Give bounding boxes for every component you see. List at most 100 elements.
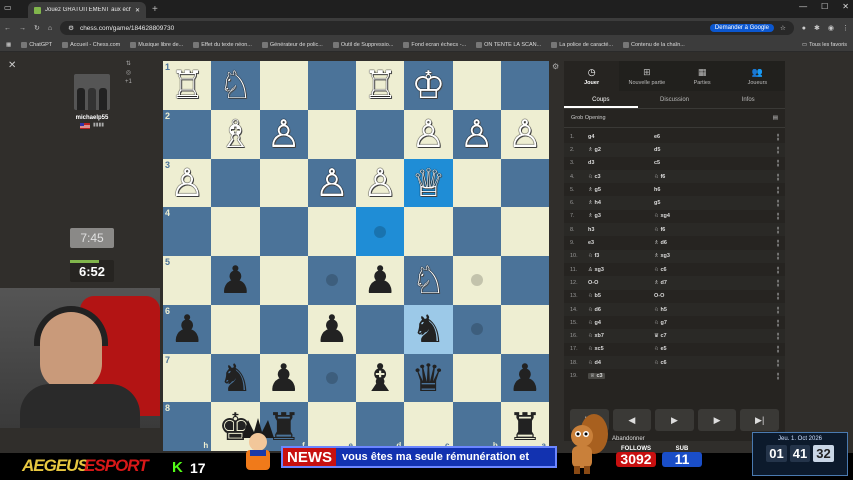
board-square[interactable] <box>500 304 549 354</box>
browser-tab[interactable]: Jouez GRATUITEMENT aux échecs ✕ <box>28 2 146 18</box>
board-square[interactable] <box>356 109 405 159</box>
board-square[interactable] <box>259 61 308 110</box>
extension-icon[interactable]: ● <box>802 25 806 32</box>
board-square[interactable]: 4 <box>163 207 212 256</box>
close-icon[interactable]: ✕ <box>8 60 16 71</box>
black-move[interactable]: ♘ f6 <box>654 174 767 180</box>
white-move[interactable]: ♘ d6 <box>588 307 654 313</box>
black-move[interactable]: d5 <box>654 147 767 153</box>
black-move[interactable]: ♘ e5 <box>654 346 767 352</box>
board-square[interactable] <box>356 207 405 256</box>
white-move[interactable]: h3 <box>588 227 654 233</box>
url-text[interactable]: chess.com/game/184628809730 <box>80 25 704 32</box>
chess-piece[interactable]: ♖ <box>363 66 397 104</box>
bookmark-item[interactable]: Générateur de polic... <box>261 41 323 48</box>
board-square[interactable]: ♟ <box>500 353 549 403</box>
forward-icon[interactable]: → <box>19 25 26 32</box>
board-square[interactable] <box>452 61 501 110</box>
all-bookmarks[interactable]: ▭ Tous les favoris <box>802 42 847 48</box>
chess-piece[interactable]: ♛ <box>411 359 445 397</box>
black-move[interactable]: g5 <box>654 200 767 206</box>
board-square[interactable] <box>356 304 405 354</box>
opening-name[interactable]: Grob Opening <box>571 115 606 121</box>
black-move[interactable]: ♗ xg3 <box>654 253 767 259</box>
chess-piece[interactable]: ♙ <box>315 164 349 202</box>
black-move[interactable]: ♗ d7 <box>654 280 767 286</box>
tab-new-game[interactable]: ⊞ Nouvelle partie <box>619 61 674 91</box>
chess-piece[interactable]: ♞ <box>411 310 445 348</box>
next-move-button[interactable]: ▶ <box>697 409 737 431</box>
tab-search-icon[interactable]: ▭ <box>4 3 18 14</box>
board-square[interactable]: ♔ <box>404 61 453 110</box>
board-square[interactable]: a♜ <box>500 402 549 451</box>
chess-piece[interactable]: ♙ <box>508 115 542 153</box>
board-settings-gear-icon[interactable]: ⚙ <box>552 62 559 71</box>
chess-piece[interactable]: ♙ <box>460 115 494 153</box>
board-square[interactable]: ♘ <box>211 61 260 110</box>
black-move[interactable]: ♛ c7 <box>654 333 767 339</box>
chess-piece[interactable]: ♝ <box>363 359 397 397</box>
board-square[interactable]: ♙ <box>500 109 549 159</box>
white-move[interactable]: d3 <box>588 160 654 166</box>
back-icon[interactable]: ← <box>4 25 11 32</box>
board-square[interactable] <box>307 61 356 110</box>
black-move[interactable]: ♘ c6 <box>654 360 767 366</box>
chess-piece[interactable]: ♙ <box>411 115 445 153</box>
chess-piece[interactable]: ♟ <box>315 310 349 348</box>
board-square[interactable]: ♖ <box>356 61 405 110</box>
player-avatar[interactable] <box>74 74 110 110</box>
board-square[interactable] <box>307 256 356 305</box>
white-move[interactable]: ♙ xg3 <box>588 267 654 273</box>
board-square[interactable]: ♛ <box>404 353 453 403</box>
board-square[interactable]: c <box>404 402 453 451</box>
black-move[interactable]: O-O <box>654 293 767 299</box>
board-square[interactable]: ♞ <box>404 304 453 354</box>
black-move[interactable]: ♘ h5 <box>654 307 767 313</box>
board-square[interactable]: 8h <box>163 402 212 451</box>
tab-games[interactable]: ▦ Parties <box>675 61 730 91</box>
board-square[interactable]: 3 ♙ <box>163 158 212 208</box>
board-square[interactable]: ♙ <box>452 109 501 159</box>
white-move[interactable]: ♗ h4 <box>588 200 654 206</box>
tab-players[interactable]: 👥 Joueurs <box>730 61 785 91</box>
extensions-puzzle-icon[interactable]: ✱ <box>814 24 820 32</box>
chess-piece[interactable]: ♗ <box>218 115 252 153</box>
chess-piece[interactable]: ♟ <box>218 261 252 299</box>
bookmark-star-icon[interactable]: ☆ <box>780 24 786 32</box>
bookmark-item[interactable]: Effet du texte néon... <box>193 41 252 48</box>
subtab-info[interactable]: Infos <box>711 91 785 108</box>
white-move[interactable]: ♗ g5 <box>588 187 654 193</box>
board-square[interactable]: ♗ <box>211 109 260 159</box>
flip-board-icon[interactable]: ⇅ <box>125 60 132 69</box>
black-move[interactable]: e6 <box>654 134 767 140</box>
resign-button[interactable]: Abandonner <box>612 436 645 442</box>
reload-icon[interactable]: ↻ <box>34 24 40 32</box>
board-square[interactable] <box>307 353 356 403</box>
chess-board[interactable]: 1♖♘♖♔2♗♙♙♙♙3♙♙♙♕45♟♟♘6♟♟♞7♞♟♝♛♟8hg♚f♜edc… <box>163 61 549 451</box>
book-icon[interactable]: ▤ <box>773 115 778 121</box>
chess-piece[interactable]: ♔ <box>411 66 445 104</box>
home-icon[interactable]: ⌂ <box>48 25 52 32</box>
board-square[interactable]: ♞ <box>211 353 260 403</box>
move-hint-dot[interactable] <box>325 371 338 384</box>
board-square[interactable]: ♟ <box>356 256 405 305</box>
board-square[interactable] <box>500 158 549 208</box>
board-square[interactable]: ♙ <box>259 109 308 159</box>
white-move[interactable]: ♕ c3 <box>588 372 654 379</box>
board-square[interactable] <box>211 158 260 208</box>
board-square[interactable] <box>259 304 308 354</box>
last-move-button[interactable]: ▶| <box>740 409 779 431</box>
board-square[interactable]: ♟ <box>307 304 356 354</box>
white-move[interactable]: ♗ g3 <box>588 213 654 219</box>
board-square[interactable] <box>259 158 308 208</box>
board-square[interactable]: ♝ <box>356 353 405 403</box>
white-move[interactable]: e3 <box>588 240 654 246</box>
board-square[interactable]: e <box>307 402 356 451</box>
bookmark-item[interactable]: ChatGPT <box>21 41 52 48</box>
board-square[interactable]: ♕ <box>404 158 453 208</box>
chess-piece[interactable]: ♙ <box>363 164 397 202</box>
board-square[interactable] <box>211 207 260 256</box>
chess-piece[interactable]: ♟ <box>363 261 397 299</box>
white-move[interactable]: ♘ c3 <box>588 174 654 180</box>
bookmark-item[interactable]: ON TENTE LA SCAN... <box>476 41 541 48</box>
